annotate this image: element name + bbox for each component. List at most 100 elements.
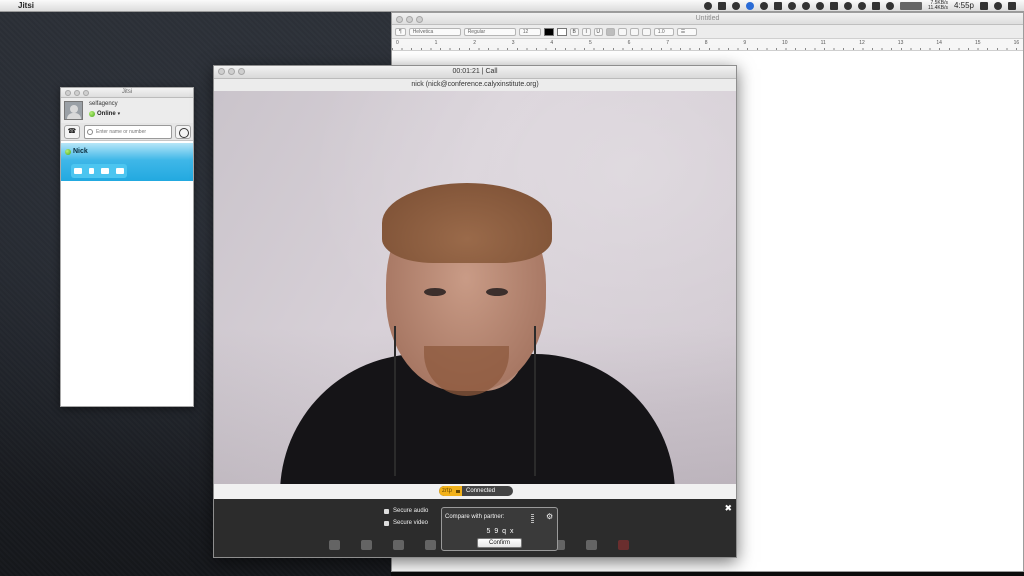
- spinner-icon: [531, 514, 534, 523]
- menu-extra-icon[interactable]: [704, 1, 713, 10]
- ruler[interactable]: 0 1 2 3 4 5 6 7 8 9 10 11 12 13 14 15 16: [392, 39, 1023, 51]
- ruler-number: 1: [434, 40, 438, 46]
- line-spacing-select[interactable]: 1.0: [653, 27, 674, 36]
- ruler-number: 10: [782, 40, 788, 46]
- ruler-number: 2: [473, 40, 476, 46]
- menu-extra-icon[interactable]: [844, 1, 853, 10]
- call-duration-title: 00:01:21 | Call: [452, 68, 498, 75]
- phone-icon[interactable]: [89, 168, 95, 174]
- menu-extra-icon[interactable]: [732, 1, 741, 10]
- contact-name: Nick: [73, 148, 88, 155]
- menu-extra-icon[interactable]: [830, 1, 839, 10]
- font-family-select[interactable]: Helvetica: [408, 27, 461, 36]
- account-name: selfagency: [89, 101, 118, 107]
- ruler-number: 6: [627, 40, 631, 46]
- user-icon[interactable]: [980, 1, 988, 10]
- ruler-number: 14: [936, 40, 942, 46]
- battery-icon[interactable]: [900, 1, 923, 10]
- italic-button[interactable]: I: [581, 27, 591, 36]
- online-status-icon: [65, 148, 71, 155]
- ruler-number: 7: [666, 40, 669, 46]
- menu-bar: Jitsi 7.5KB/s 11.4KB/s 4:55p: [0, 0, 1024, 12]
- network-speed: 7.5KB/s 11.4KB/s: [928, 0, 948, 11]
- secure-video-row: Secure video: [384, 520, 428, 526]
- menu-app-name[interactable]: Jitsi: [18, 1, 34, 10]
- zrtp-label: zrtp: [439, 486, 456, 496]
- call-titlebar[interactable]: 00:01:21 | Call: [214, 66, 736, 79]
- remote-video[interactable]: [214, 91, 736, 484]
- hangup-icon[interactable]: [617, 540, 629, 550]
- close-security-panel-button[interactable]: ✖: [724, 503, 732, 514]
- jitsi-contacts-window: Jitsi selfagency Online ▾ ☎ Nick: [60, 87, 194, 407]
- video-camera-icon[interactable]: [100, 168, 109, 174]
- online-status-icon: [89, 111, 95, 117]
- dialpad-icon[interactable]: [329, 540, 340, 550]
- align-justify-icon[interactable]: [641, 27, 651, 36]
- underline-button[interactable]: U: [593, 27, 603, 36]
- desktop-share-icon[interactable]: [115, 168, 124, 174]
- format-toolbar: ¶ Helvetica Regular 12 B I U 1.0 ☰: [392, 25, 1023, 39]
- search-input[interactable]: [84, 125, 172, 139]
- sas-code: 5 9 q x: [486, 528, 515, 535]
- menu-extra-icon[interactable]: [718, 1, 727, 10]
- info-icon[interactable]: [585, 540, 597, 550]
- video-person-hair: [382, 183, 552, 263]
- align-center-icon[interactable]: [617, 27, 627, 36]
- paragraph-style-select[interactable]: ¶: [395, 27, 406, 36]
- ruler-number: 13: [897, 40, 904, 46]
- menu-clock[interactable]: 4:55p: [954, 1, 974, 10]
- menu-extra-icon[interactable]: [774, 1, 783, 10]
- ruler-number: 9: [743, 40, 747, 46]
- bold-button[interactable]: B: [569, 27, 579, 36]
- list-bullets-select[interactable]: ☰: [676, 27, 697, 36]
- background-color-swatch[interactable]: [556, 27, 567, 36]
- ruler-number: 5: [589, 40, 592, 46]
- video-person-eye: [424, 288, 446, 296]
- confirm-button[interactable]: Confirm: [477, 538, 522, 548]
- ruler-number: 8: [704, 40, 708, 46]
- font-style-select[interactable]: Regular: [463, 27, 516, 36]
- contact-name-row: Nick: [65, 148, 88, 155]
- align-left-icon[interactable]: [605, 27, 615, 36]
- volume-icon[interactable]: [886, 1, 895, 10]
- record-icon[interactable]: [425, 540, 437, 550]
- ruler-number: 3: [511, 40, 515, 46]
- call-status-strip: zrtp Connected: [214, 484, 736, 499]
- ruler-number: 11: [820, 40, 826, 46]
- lock-icon: [384, 508, 389, 514]
- account-panel: selfagency Online ▾: [61, 98, 193, 123]
- font-size-select[interactable]: 12: [518, 27, 541, 36]
- wifi-icon[interactable]: [802, 1, 811, 10]
- lock-icon: [455, 486, 463, 496]
- avatar[interactable]: [64, 101, 83, 120]
- align-right-icon[interactable]: [629, 27, 639, 36]
- jitsi-titlebar[interactable]: Jitsi: [61, 88, 193, 98]
- contact-row-selected[interactable]: Nick: [61, 143, 193, 181]
- menu-extra-icon[interactable]: [746, 1, 755, 10]
- dialpad-button[interactable]: ☎: [64, 125, 80, 139]
- contact-action-bar: [71, 164, 127, 178]
- ruler-number: 0: [396, 40, 399, 46]
- menu-extra-icon[interactable]: [816, 1, 825, 10]
- spotlight-search-icon[interactable]: [994, 1, 1002, 10]
- menu-extra-icon[interactable]: [872, 1, 881, 10]
- gear-icon[interactable]: ⚙: [546, 512, 553, 521]
- secure-audio-row: Secure audio: [384, 508, 428, 514]
- ruler-number: 15: [975, 40, 981, 46]
- textedit-titlebar[interactable]: Untitled: [392, 13, 1023, 25]
- notification-list-icon[interactable]: [1008, 1, 1016, 10]
- call-peer-address: nick (nick@conference.calyxinstitute.org…: [214, 79, 736, 91]
- transfer-icon[interactable]: [361, 540, 373, 550]
- menu-extra-icon[interactable]: [788, 1, 797, 10]
- hold-icon[interactable]: [393, 540, 405, 550]
- text-color-swatch[interactable]: [543, 27, 554, 36]
- security-status-badge[interactable]: zrtp Connected: [439, 486, 513, 496]
- history-button[interactable]: [175, 125, 191, 139]
- search-icon: [87, 129, 93, 135]
- menu-extra-icon[interactable]: [760, 1, 769, 10]
- menu-extra-icon[interactable]: [858, 1, 867, 10]
- chat-icon[interactable]: [74, 168, 83, 174]
- window-title: Untitled: [695, 15, 720, 22]
- connection-status: Connected: [466, 488, 496, 494]
- status-selector[interactable]: Online ▾: [89, 111, 120, 117]
